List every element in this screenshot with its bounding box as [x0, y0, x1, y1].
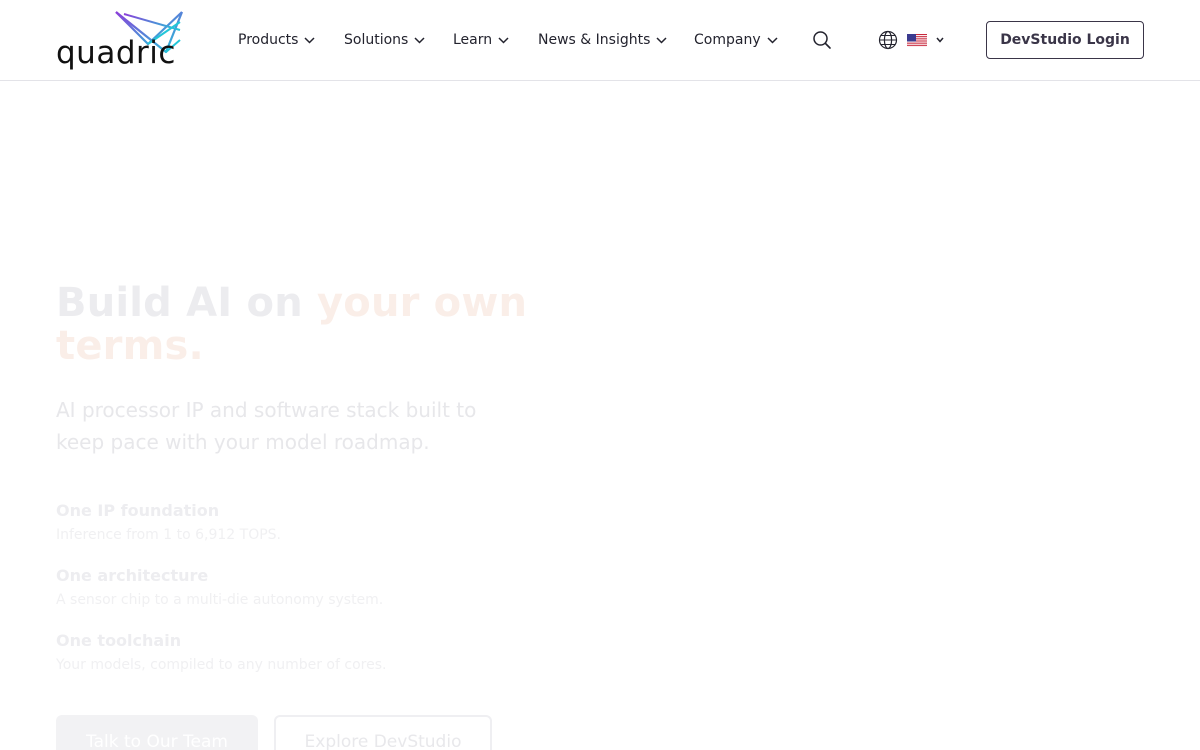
feature-desc: A sensor chip to a multi-die autonomy sy… [56, 592, 384, 608]
chevron-down-icon [414, 36, 425, 44]
chevron-down-icon [498, 36, 509, 44]
language-selector[interactable] [878, 30, 944, 50]
hero-title: Build AI on your own terms. [56, 282, 576, 368]
hero-subtitle: AI processor IP and software stack built… [56, 398, 477, 454]
chevron-down-icon [304, 36, 315, 44]
explore-devstudio-button[interactable]: Explore DevStudio [274, 715, 492, 750]
nav-company[interactable]: Company [694, 30, 778, 50]
feature-title: One IP foundation [56, 501, 220, 520]
feature-desc: Your models, compiled to any number of c… [56, 657, 387, 673]
search-button[interactable] [812, 30, 832, 50]
us-flag-icon [907, 33, 927, 47]
feature-title: One architecture [56, 566, 209, 585]
search-icon [813, 31, 831, 49]
nav-solutions[interactable]: Solutions [344, 30, 425, 50]
hero-title-lead: Build AI on [56, 280, 317, 326]
nav-news-insights[interactable]: News & Insights [538, 30, 667, 50]
hero-cta-row: Talk to Our Team Explore DevStudio [56, 715, 492, 750]
nav-solutions-label: Solutions [344, 32, 409, 48]
feature-title: One toolchain [56, 631, 182, 650]
nav-learn-label: Learn [453, 32, 493, 48]
talk-to-team-button[interactable]: Talk to Our Team [56, 715, 258, 750]
chevron-down-icon [656, 36, 667, 44]
chevron-down-icon [936, 37, 944, 43]
nav-learn[interactable]: Learn [453, 30, 509, 50]
quadric-logo[interactable]: quadric [56, 10, 186, 72]
feature-desc: Inference from 1 to 6,912 TOPS. [56, 527, 282, 543]
feature-item: One toolchain Your models, compiled to a… [56, 630, 576, 675]
feature-item: One IP foundation Inference from 1 to 6,… [56, 500, 576, 545]
devstudio-login-button[interactable]: DevStudio Login [986, 21, 1144, 59]
chevron-down-icon [767, 36, 778, 44]
nav-company-label: Company [694, 32, 761, 48]
feature-list: One IP foundation Inference from 1 to 6,… [56, 500, 576, 675]
nav-news-insights-label: News & Insights [538, 32, 651, 48]
nav-products-label: Products [238, 32, 299, 48]
hero-section: Build AI on your own terms. AI processor… [56, 282, 576, 695]
nav-products[interactable]: Products [238, 30, 315, 50]
site-header: quadric Products Solutions Learn News & … [0, 0, 1200, 81]
globe-icon [878, 30, 898, 50]
brand-name: quadric [56, 35, 176, 71]
feature-item: One architecture A sensor chip to a mult… [56, 565, 576, 610]
